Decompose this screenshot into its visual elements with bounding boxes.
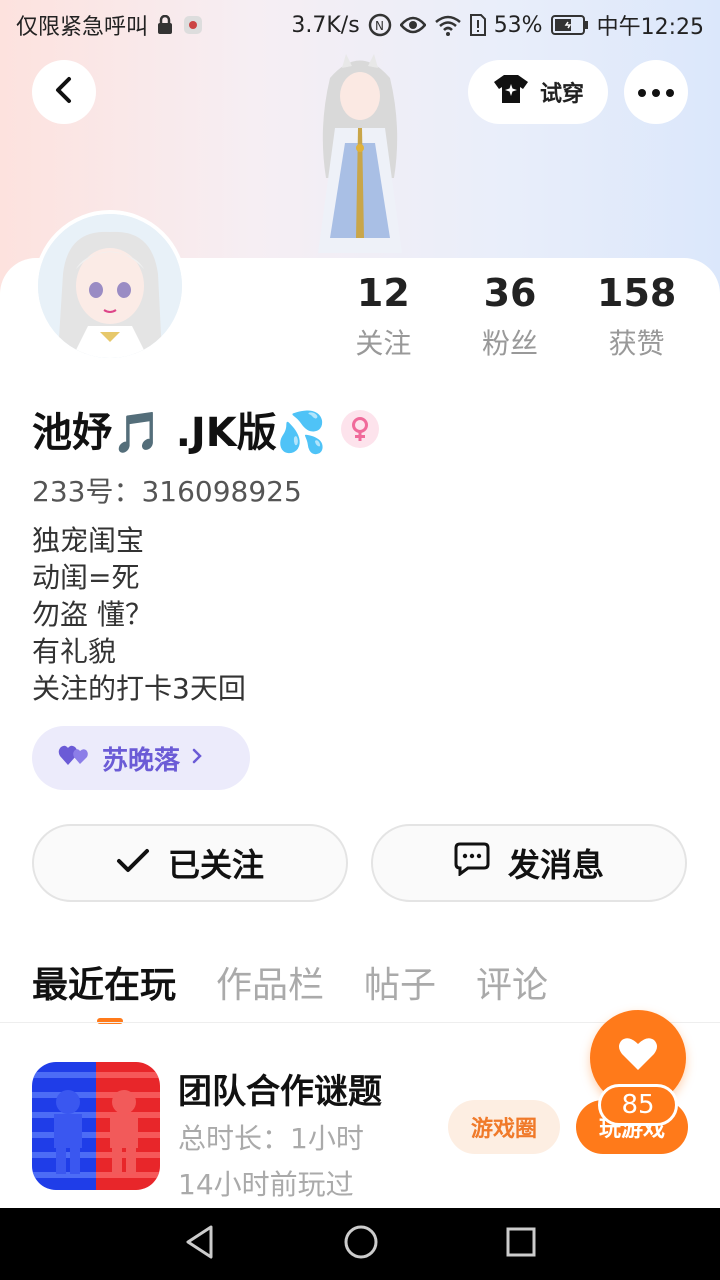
stat-likes[interactable]: 158 获赞 [573, 270, 700, 362]
net-speed-text: 3.7K/s [291, 12, 360, 38]
bio-line: 动闺=死 [32, 561, 140, 594]
avatar[interactable] [34, 210, 186, 362]
battery-percent-text: 53% [493, 12, 543, 38]
stat-following[interactable]: 12 关注 [320, 270, 447, 362]
stat-value: 12 [356, 271, 410, 315]
bio-line: 勿盗 懂？ [32, 598, 153, 631]
chevron-right-icon [190, 743, 204, 773]
nav-home-icon[interactable] [343, 1224, 379, 1264]
clock-text: 中午12:25 [596, 15, 704, 40]
try-on-button[interactable]: 试穿 [468, 60, 608, 124]
stat-label: 粉丝 [482, 327, 539, 360]
svg-text:N: N [375, 19, 384, 33]
last-played: 14小时前玩过 [178, 1168, 354, 1201]
send-message-button[interactable]: 发消息 [371, 824, 687, 902]
tab-recently-played[interactable]: 最近在玩 [32, 956, 176, 1008]
more-dots-icon [637, 83, 675, 102]
game-thumbnail[interactable] [32, 1062, 160, 1190]
followed-button[interactable]: 已关注 [32, 824, 348, 902]
game-list-item[interactable]: 团队合作谜题 总时长：1小时 14小时前玩过 游戏圈 玩游戏 [32, 1062, 692, 1201]
stat-label: 获赞 [608, 327, 665, 360]
wifi-icon [434, 14, 462, 36]
game-title: 团队合作谜题 [178, 1072, 382, 1112]
chat-bubble-icon [454, 842, 490, 884]
carrier-text: 仅限紧急呼叫 [16, 15, 149, 40]
stat-followers[interactable]: 36 粉丝 [447, 270, 574, 362]
try-on-label: 试穿 [539, 82, 584, 107]
check-icon [116, 844, 150, 882]
stats-row: 12 关注 36 粉丝 158 获赞 [320, 270, 700, 362]
bio-line: 独宠闺宝 [32, 524, 145, 557]
tshirt-icon [492, 73, 530, 111]
heart-icon [618, 1036, 658, 1076]
eye-icon [399, 15, 426, 35]
game-circle-button[interactable]: 游戏圈 [448, 1100, 560, 1154]
back-button[interactable] [32, 60, 96, 124]
user-id: 233号：316098925 [32, 475, 302, 508]
tab-works[interactable]: 作品栏 [216, 956, 324, 1008]
active-tab-indicator [97, 1018, 123, 1024]
chevron-left-icon [53, 76, 75, 108]
like-count-badge: 85 [598, 1084, 678, 1126]
avatar-character-art [290, 48, 430, 260]
female-icon [340, 410, 379, 448]
stat-value: 36 [483, 271, 537, 315]
followed-label: 已关注 [167, 846, 264, 884]
bio-line: 关注的打卡3天回 [32, 672, 246, 705]
lock-icon [156, 15, 174, 35]
nav-recents-icon[interactable] [505, 1226, 537, 1262]
sim-alert-icon [469, 14, 486, 36]
stat-label: 关注 [355, 327, 412, 360]
name-row: 池妤🎵 .JK版💦 [32, 400, 379, 458]
more-button[interactable] [624, 60, 688, 124]
play-duration: 总时长：1小时 [178, 1122, 364, 1155]
battery-icon [550, 14, 589, 36]
profile-tabs: 最近在玩 作品栏 帖子 评论 [32, 956, 548, 1008]
bio-line: 有礼貌 [32, 635, 117, 668]
bio: 独宠闺宝 动闺=死 勿盗 懂？ 有礼貌 关注的打卡3天回 [32, 522, 246, 707]
cp-relationship-tag[interactable]: 苏晚落 [32, 726, 250, 790]
tab-comments[interactable]: 评论 [476, 956, 548, 1008]
game-meta: 总时长：1小时 14小时前玩过 [178, 1116, 364, 1208]
data-saver-icon: N [368, 13, 392, 37]
cp-tag-label: 苏晚落 [102, 745, 181, 776]
system-nav-bar [0, 1208, 720, 1280]
double-heart-icon [58, 743, 92, 774]
nav-back-icon[interactable] [183, 1224, 217, 1264]
send-message-label: 发消息 [507, 846, 604, 884]
status-bar: 仅限紧急呼叫 3.7K/s N 53% 中午12:25 [0, 0, 720, 50]
tab-posts[interactable]: 帖子 [364, 956, 436, 1008]
user-name: 池妤🎵 .JK版💦 [32, 410, 327, 456]
record-icon [182, 14, 204, 36]
stat-value: 158 [597, 271, 677, 315]
